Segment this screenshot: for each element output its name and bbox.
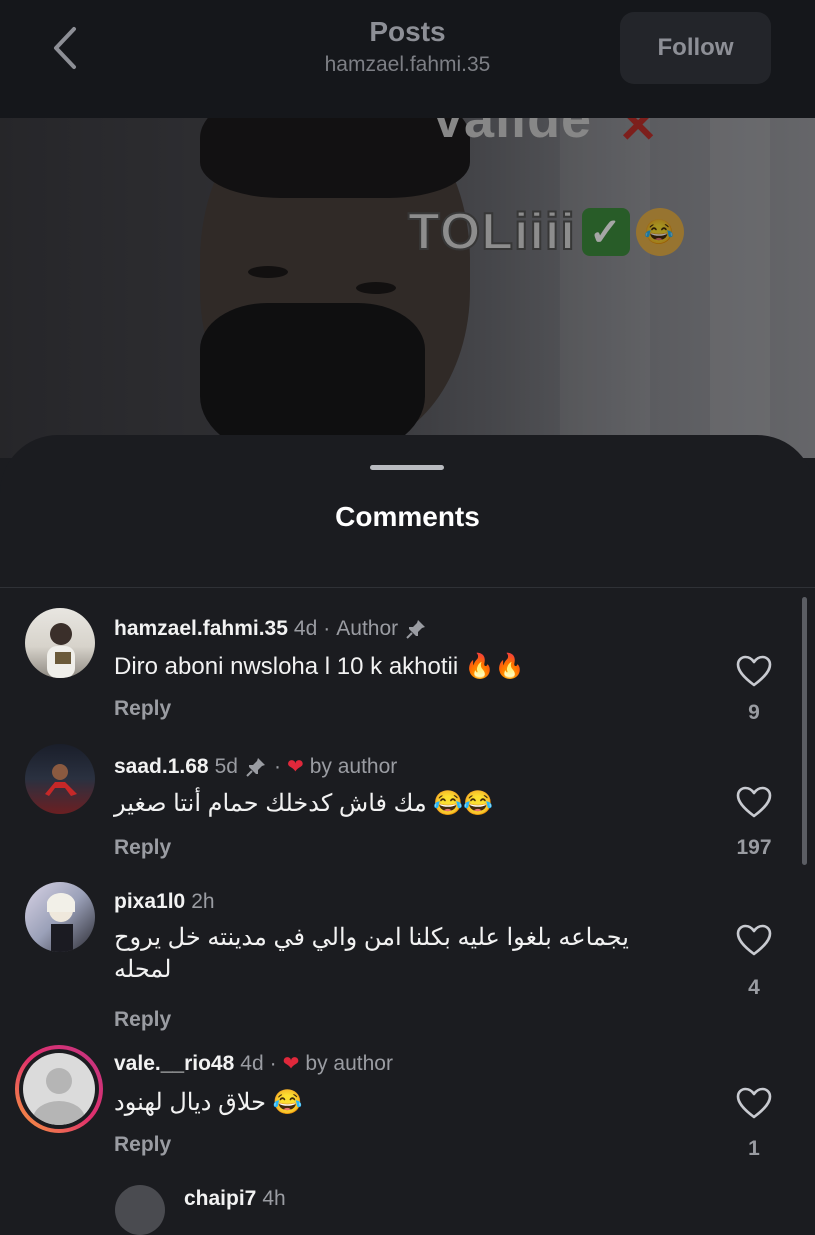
heart-icon [736,655,772,687]
story-ring[interactable] [15,1045,103,1133]
follow-button[interactable]: Follow [620,12,771,84]
reply-button[interactable]: Reply [114,697,171,721]
top-bar: Posts hamzael.fahmi.35 Follow [0,0,815,118]
like-count: 1 [748,1137,760,1160]
comment-time: 2h [191,890,215,913]
author-tag: Author [336,617,399,640]
comment-username[interactable]: hamzael.fahmi.35 [114,617,288,641]
pin-icon [244,755,268,779]
separator-dot: · [273,754,281,778]
divider [0,587,815,588]
like-button[interactable] [734,782,774,822]
avatar[interactable] [25,882,95,952]
comment-username[interactable]: pixa1l0 [114,890,185,914]
avatar[interactable] [25,608,95,678]
comment-username[interactable]: saad.1.68 [114,755,209,779]
avatar-person-icon [47,893,75,952]
comment-time: 4d [240,1051,264,1075]
comment-text: حلاق ديال لهنود 😂 [114,1089,303,1116]
comment-text: مك فاش كدخلك حمام أنتا صغير 😂😂 [114,790,494,817]
comment-text: يجماعه بلغوا عليه بكلنا امن والي في مدين… [114,924,629,983]
comment-time: 4h [262,1187,286,1210]
comment-time: 5d [214,754,238,778]
liked-by-author-heart-icon: ❤ [286,756,304,778]
comment-header: hamzael.fahmi.35 4d · Author [114,617,428,641]
separator-dot: · [323,617,331,640]
post-media[interactable]: Valide ✕ TOLiiii ✓ 😂 [0,118,815,458]
avatar[interactable] [115,1185,165,1235]
comment-header: vale.__rio48 4d · ❤ by author [114,1051,393,1076]
separator-dot: · [269,1051,277,1075]
comment-header: pixa1l0 2h [114,890,215,914]
comment-text: Diro aboni nwsloha l 10 k akhotii 🔥🔥 [114,653,525,680]
reply-button[interactable]: Reply [114,836,171,860]
sheet-title: Comments [335,501,480,532]
heart-icon [736,924,772,956]
avatar-person-icon [45,764,77,796]
reply-button[interactable]: Reply [114,1008,171,1032]
liked-by-author-heart-icon: ❤ [282,1053,300,1075]
scrollbar[interactable] [802,597,807,865]
comment-header: chaipi7 4h [184,1187,286,1211]
heart-icon [736,786,772,818]
sheet-drag-handle[interactable] [370,465,444,470]
like-count: 197 [736,836,772,859]
avatar[interactable] [25,744,95,814]
avatar-person-icon [47,623,75,678]
like-button[interactable] [734,920,774,960]
default-avatar-icon [33,1068,85,1125]
comment-header: saad.1.68 5d · ❤ by author [114,754,397,779]
media-dim-overlay [0,118,815,458]
liked-by-author-label: by author [309,754,398,778]
liked-by-author-label: by author [305,1051,393,1075]
reply-button[interactable]: Reply [114,1133,171,1157]
heart-icon [736,1087,772,1119]
pin-icon [404,617,428,641]
comment-username[interactable]: chaipi7 [184,1187,256,1211]
comment-time: 4d [293,617,318,640]
like-button[interactable] [734,651,774,691]
comments-sheet: Comments hamzael.fahmi.35 4d · Author Di… [0,435,815,1235]
like-count: 9 [748,701,760,724]
avatar[interactable] [23,1053,95,1125]
comment-username[interactable]: vale.__rio48 [114,1052,234,1076]
like-button[interactable] [734,1083,774,1123]
like-count: 4 [748,976,760,999]
